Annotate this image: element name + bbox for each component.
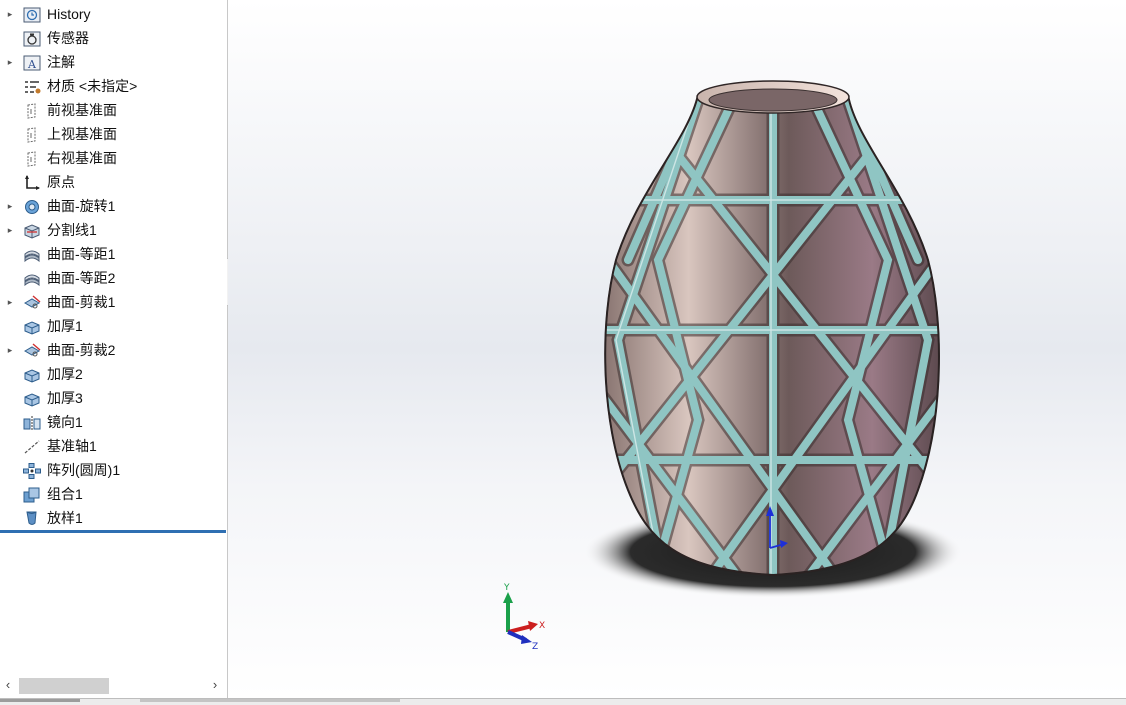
tree-item[interactable]: 传感器 (0, 26, 226, 50)
triad-y-label: Y (503, 583, 510, 593)
tree-item-label: 曲面-等距1 (47, 246, 116, 262)
tree-item-label: 曲面-旋转1 (47, 198, 116, 214)
tree-item[interactable]: 放样1 (0, 506, 226, 530)
expand-arrow-icon[interactable]: ▸ (5, 290, 15, 314)
tree-item-label: 加厚2 (47, 366, 83, 382)
vase-opening (708, 88, 838, 112)
tree-item-label: 注解 (47, 54, 75, 70)
scroll-left-icon[interactable]: ‹ (1, 676, 15, 694)
tree-item-label: 上视基准面 (47, 126, 117, 142)
tree-item[interactable]: 加厚3 (0, 386, 226, 410)
tree-item[interactable]: 基准轴1 (0, 434, 226, 458)
tree-item-label: 材质 <未指定> (47, 78, 138, 94)
tree-item[interactable]: 加厚2 (0, 362, 226, 386)
loft-icon (23, 510, 41, 526)
tree-item-label: 曲面-等距2 (47, 270, 116, 286)
tree-item[interactable]: ▸ A 注解 (0, 50, 226, 74)
plane-icon (23, 150, 41, 167)
tree-item-label: 加厚3 (47, 390, 83, 406)
tree-item[interactable]: 右视基准面 (0, 146, 226, 170)
thicken-icon (23, 390, 41, 407)
tree-item[interactable]: 曲面-等距1 (0, 242, 226, 266)
circular-pattern-icon (23, 462, 41, 479)
scroll-right-icon[interactable]: › (208, 676, 222, 694)
tree-item[interactable]: 上视基准面 (0, 122, 226, 146)
tree-item-label: 前视基准面 (47, 102, 117, 118)
sensor-icon (23, 30, 41, 47)
expand-arrow-icon[interactable]: ▸ (5, 194, 15, 218)
tree-item[interactable]: 镜向1 (0, 410, 226, 434)
scrollbar-thumb[interactable] (19, 678, 109, 694)
expand-arrow-icon[interactable]: ▸ (5, 2, 15, 26)
split-line-icon (23, 222, 41, 239)
tree-item-label: History (47, 6, 91, 22)
expand-arrow-icon[interactable]: ▸ (5, 50, 15, 74)
triad-z-label: Z (532, 642, 538, 650)
history-icon (23, 6, 41, 23)
tree-item-label: 曲面-剪裁2 (47, 342, 116, 358)
surface-revolve-icon (23, 198, 41, 214)
tree-item-label: 传感器 (47, 30, 89, 46)
tree-horizontal-scrollbar[interactable]: ‹ › (0, 676, 226, 694)
tree-item[interactable]: 曲面-等距2 (0, 266, 226, 290)
tree-item[interactable]: 原点 (0, 170, 226, 194)
axis-icon (23, 438, 41, 454)
tree-item-label: 原点 (47, 174, 75, 190)
view-triad[interactable]: Y X Z (490, 580, 560, 650)
expand-arrow-icon[interactable]: ▸ (5, 218, 15, 242)
tree-item[interactable]: ▸ 曲面-旋转1 (0, 194, 226, 218)
surface-offset-icon (23, 246, 41, 263)
rollback-bar[interactable] (0, 530, 226, 533)
surface-trim-icon (23, 294, 41, 310)
origin-icon (23, 174, 41, 190)
tree-item-label: 加厚1 (47, 318, 83, 334)
tree-item-label: 右视基准面 (47, 150, 117, 166)
tree-item[interactable]: 前视基准面 (0, 98, 226, 122)
material-icon (23, 78, 41, 94)
y-axis-arrow (503, 592, 513, 603)
thicken-icon (23, 318, 41, 335)
annotation-icon: A (23, 54, 41, 71)
tree-item-label: 基准轴1 (47, 438, 97, 454)
tree-item[interactable]: 组合1 (0, 482, 226, 506)
plane-icon (23, 102, 41, 119)
mirror-icon (23, 414, 41, 430)
tree-item-label: 阵列(圆周)1 (47, 462, 121, 478)
tree-item-label: 曲面-剪裁1 (47, 294, 116, 310)
tree-item[interactable]: ▸ 曲面-剪裁2 (0, 338, 226, 362)
tree-item[interactable]: 材质 <未指定> (0, 74, 226, 98)
z-axis-arrow (521, 635, 532, 644)
surface-trim-icon (23, 342, 41, 358)
x-axis-arrow (528, 621, 538, 631)
vase-model[interactable] (228, 0, 1126, 698)
feature-tree-list: ▸ History 传感器 ▸ A 注解材质 <未指定> 前视基准面上视基准面右视基准面原点… (0, 2, 226, 530)
tree-item[interactable]: 阵列(圆周)1 (0, 458, 226, 482)
tree-item[interactable]: ▸ 分割线1 (0, 218, 226, 242)
combine-icon (23, 486, 41, 503)
triad-x-label: X (539, 621, 545, 631)
tree-item-label: 镜向1 (47, 414, 83, 430)
expand-arrow-icon[interactable]: ▸ (5, 338, 15, 362)
tree-item[interactable]: 加厚1 (0, 314, 226, 338)
tree-item-label: 分割线1 (47, 222, 97, 238)
thicken-icon (23, 366, 41, 383)
graphics-area[interactable]: Y X Z (228, 0, 1126, 698)
svg-text:A: A (27, 58, 37, 71)
tree-item[interactable]: ▸ History (0, 2, 226, 26)
plane-icon (23, 126, 41, 143)
tree-item-label: 放样1 (47, 510, 83, 526)
tree-item[interactable]: ▸ 曲面-剪裁1 (0, 290, 226, 314)
feature-manager-tree: ▸ History 传感器 ▸ A 注解材质 <未指定> 前视基准面上视基准面右视基准面原点… (0, 0, 228, 704)
tree-item-label: 组合1 (47, 486, 83, 502)
surface-offset-icon (23, 270, 41, 287)
